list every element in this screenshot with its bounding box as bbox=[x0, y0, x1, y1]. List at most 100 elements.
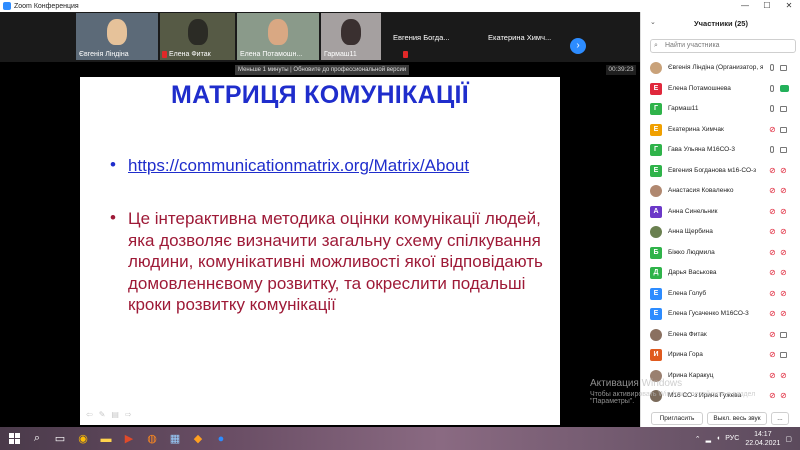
camera-off-icon[interactable]: ⊘ bbox=[780, 248, 789, 257]
camera-off-icon[interactable]: ⊘ bbox=[780, 166, 789, 175]
video-tile[interactable]: Екатерина Химч... bbox=[480, 13, 565, 60]
participant-row[interactable]: Е Елена Голуб ⊘ ⊘ bbox=[641, 284, 800, 305]
participant-row[interactable]: И Ирина Гора ⊘ bbox=[641, 345, 800, 366]
slide-link[interactable]: https://communicationmatrix.org/Matrix/A… bbox=[128, 155, 469, 177]
firefox-icon[interactable]: ◍ bbox=[143, 430, 161, 448]
camera-off-icon[interactable]: ⊘ bbox=[780, 392, 789, 400]
zoom-taskbar-icon[interactable]: ● bbox=[212, 430, 230, 448]
mic-muted-icon[interactable]: ⊘ bbox=[769, 269, 776, 277]
mic-muted-icon[interactable]: ⊘ bbox=[769, 351, 776, 359]
mic-muted-icon[interactable]: ⊘ bbox=[769, 187, 776, 195]
participant-row[interactable]: Елена Фитак ⊘ bbox=[641, 325, 800, 346]
tile-name: Елена Фитак bbox=[169, 51, 211, 58]
mic-muted-icon[interactable]: ⊘ bbox=[769, 310, 776, 318]
participant-row[interactable]: Г Гава Ульяна М16СО-3 bbox=[641, 140, 800, 161]
participant-row[interactable]: Е Екатерина Химчак ⊘ bbox=[641, 120, 800, 141]
participant-search-input[interactable]: ⌕ Найти участника bbox=[650, 39, 796, 53]
mic-icon[interactable] bbox=[770, 64, 774, 71]
clock[interactable]: 14:17 22.04.2021 bbox=[745, 430, 780, 448]
camera-off-icon[interactable]: ⊘ bbox=[780, 310, 789, 318]
camera-icon[interactable] bbox=[780, 106, 787, 112]
prev-slide-icon[interactable]: ⇦ bbox=[86, 410, 93, 419]
start-button[interactable] bbox=[5, 430, 23, 448]
mic-muted-icon[interactable]: ⊘ bbox=[769, 228, 776, 236]
video-tile[interactable]: Елена Потамошн... bbox=[237, 13, 319, 60]
minimize-button[interactable]: — bbox=[734, 0, 756, 12]
mic-icon[interactable] bbox=[770, 84, 774, 92]
camera-off-icon[interactable]: ⊘ bbox=[780, 207, 789, 216]
camera-off-icon[interactable]: ⊘ bbox=[780, 289, 789, 298]
zoom-app-icon bbox=[3, 2, 11, 10]
invite-button[interactable]: Пригласить bbox=[651, 412, 703, 425]
mic-icon[interactable] bbox=[770, 146, 774, 153]
camera-off-icon[interactable]: ⊘ bbox=[780, 187, 789, 195]
participant-name: Ирина Гора bbox=[668, 351, 703, 358]
notifications-icon[interactable]: ▢ bbox=[785, 435, 792, 443]
avatar: Г bbox=[650, 144, 662, 156]
media-icon[interactable]: ▶ bbox=[120, 430, 138, 448]
slides-icon[interactable]: ▤ bbox=[111, 410, 119, 419]
mic-muted-icon[interactable]: ⊘ bbox=[769, 166, 776, 175]
next-slide-icon[interactable]: ⇨ bbox=[125, 410, 132, 419]
search-icon: ⌕ bbox=[654, 42, 658, 49]
mic-muted-icon[interactable]: ⊘ bbox=[769, 392, 776, 400]
screen-share-icon[interactable] bbox=[780, 84, 789, 92]
participant-row[interactable]: Анна Щербина ⊘ ⊘ bbox=[641, 222, 800, 243]
mic-muted-icon[interactable]: ⊘ bbox=[769, 330, 776, 339]
participant-name: Елена Потамошнева bbox=[668, 84, 731, 92]
volume-icon[interactable]: ◖ bbox=[716, 435, 720, 442]
pen-icon[interactable]: ✎ bbox=[99, 410, 106, 419]
participant-name: Анна Синельник bbox=[668, 207, 718, 215]
video-tile[interactable]: Євгенія Ліндіна bbox=[76, 13, 158, 60]
tray-arrow-icon[interactable]: ⌃ bbox=[695, 435, 701, 443]
chrome-icon[interactable]: ◉ bbox=[74, 430, 92, 448]
language-indicator[interactable]: РУС bbox=[725, 435, 739, 442]
participant-row[interactable]: А Анна Синельник ⊘ ⊘ bbox=[641, 202, 800, 223]
participant-row[interactable]: Е Евгения Богданова м16-СО-з ⊘ ⊘ bbox=[641, 161, 800, 182]
system-tray: ⌃ ▂ ◖ РУС 14:17 22.04.2021 ▢ bbox=[690, 427, 792, 450]
mic-muted-icon[interactable]: ⊘ bbox=[769, 289, 776, 298]
tile-name: Екатерина Химч... bbox=[488, 33, 552, 42]
store-icon[interactable]: ▦ bbox=[166, 430, 184, 448]
participant-row[interactable]: Е Елена Потамошнева bbox=[641, 79, 800, 100]
next-page-button[interactable]: › bbox=[570, 38, 586, 54]
tile-name: Гармаш11 bbox=[324, 51, 357, 58]
mic-muted-icon[interactable]: ⊘ bbox=[769, 371, 776, 380]
files-icon[interactable]: ▬ bbox=[97, 430, 115, 448]
participant-name: Гава Ульяна М16СО-3 bbox=[668, 146, 736, 153]
camera-off-icon[interactable]: ⊘ bbox=[780, 371, 789, 380]
camera-icon[interactable] bbox=[780, 352, 787, 358]
video-tile[interactable]: Елена Фитак bbox=[160, 13, 235, 60]
avatar-photo bbox=[650, 226, 662, 238]
avatar: Д bbox=[650, 267, 662, 279]
participant-row[interactable]: Євгенія Ліндіна (Организатор, я) bbox=[641, 58, 800, 79]
video-tile[interactable]: Евгения Богда... bbox=[385, 13, 467, 60]
close-button[interactable]: ✕ bbox=[778, 0, 800, 12]
camera-off-icon[interactable]: ⊘ bbox=[780, 228, 789, 236]
app-icon[interactable]: ◆ bbox=[189, 430, 207, 448]
avatar: Е bbox=[650, 82, 662, 95]
mic-muted-icon[interactable]: ⊘ bbox=[769, 125, 776, 134]
participant-row[interactable]: Е Елена Гусаченко М16СО-3 ⊘ ⊘ bbox=[641, 304, 800, 325]
camera-icon[interactable] bbox=[780, 331, 787, 338]
participant-row[interactable]: Д Дарья Васькова ⊘ ⊘ bbox=[641, 263, 800, 284]
search-icon[interactable]: ⌕ bbox=[28, 430, 46, 448]
maximize-button[interactable]: ☐ bbox=[756, 0, 778, 12]
participant-row[interactable]: Анастасия Коваленко ⊘ ⊘ bbox=[641, 181, 800, 202]
mic-muted-icon[interactable]: ⊘ bbox=[769, 248, 776, 257]
mic-muted-icon[interactable]: ⊘ bbox=[769, 207, 776, 216]
camera-icon[interactable] bbox=[780, 147, 787, 153]
video-tile[interactable]: Гармаш11 bbox=[321, 13, 381, 60]
task-view-icon[interactable]: ▭ bbox=[51, 430, 69, 448]
mic-icon[interactable] bbox=[770, 105, 774, 112]
meeting-timer: 00:39:23 bbox=[606, 65, 636, 75]
more-button[interactable]: ... bbox=[771, 412, 789, 425]
camera-icon[interactable] bbox=[780, 126, 787, 133]
participant-row[interactable]: Б Біжко Людмила ⊘ ⊘ bbox=[641, 243, 800, 264]
participant-row[interactable]: Г Гармаш11 bbox=[641, 99, 800, 120]
camera-off-icon[interactable]: ⊘ bbox=[780, 269, 789, 277]
mute-all-button[interactable]: Выкл. весь звук bbox=[707, 412, 767, 425]
avatar-photo bbox=[650, 328, 662, 341]
network-icon[interactable]: ▂ bbox=[706, 435, 711, 443]
camera-icon[interactable] bbox=[780, 65, 787, 71]
